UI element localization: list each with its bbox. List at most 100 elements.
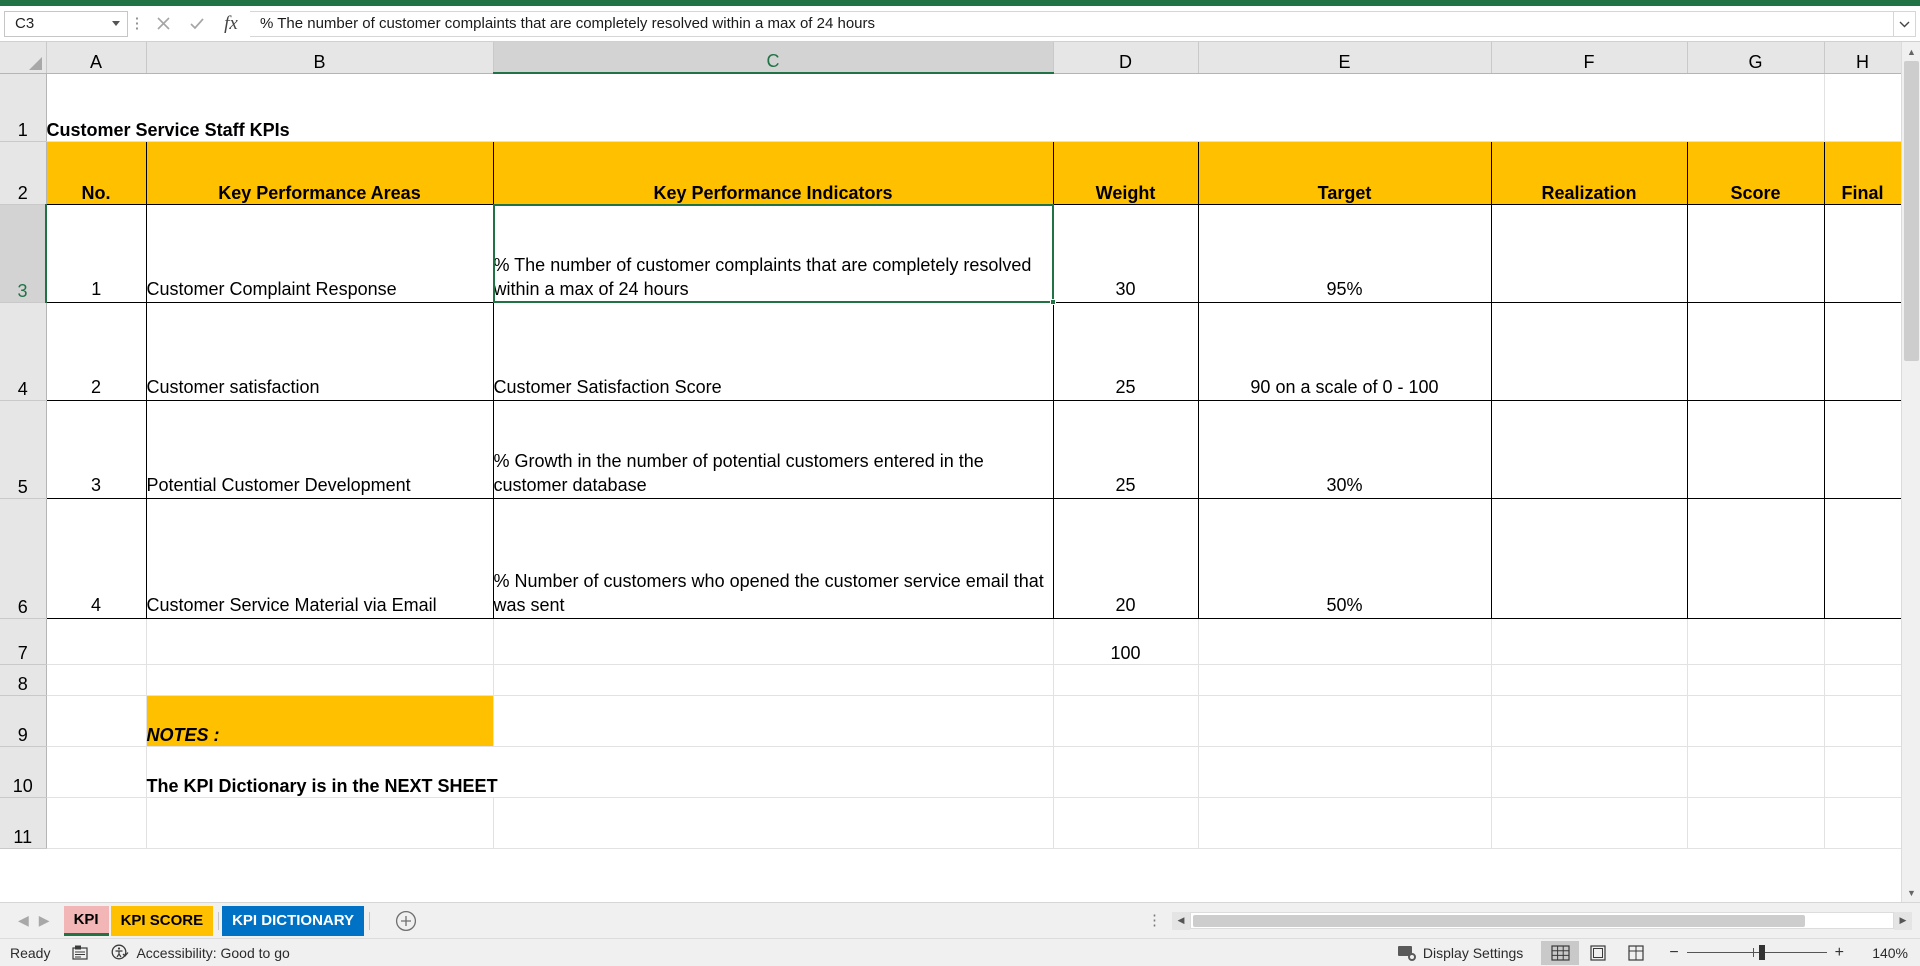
row-header-2[interactable]: 2 — [0, 141, 47, 205]
cell-h6-final[interactable] — [1823, 497, 1902, 619]
cell-h11[interactable] — [1824, 797, 1902, 849]
cell-f7[interactable] — [1491, 618, 1688, 665]
cell-h9[interactable] — [1824, 695, 1902, 747]
cell-g11[interactable] — [1687, 797, 1825, 849]
cell-h10[interactable] — [1824, 746, 1902, 798]
table-header-realization[interactable]: Realization — [1490, 140, 1688, 205]
row-header-5[interactable]: 5 — [0, 400, 47, 499]
zoom-slider-track[interactable] — [1686, 945, 1827, 960]
cell-f6-realization[interactable] — [1490, 497, 1688, 619]
table-header-final[interactable]: Final — [1823, 140, 1902, 205]
chevron-down-icon[interactable] — [112, 21, 120, 26]
chevron-left-icon[interactable]: ◀ — [18, 912, 29, 929]
zoom-slider[interactable]: − + — [1669, 944, 1844, 962]
cell-f9[interactable] — [1491, 695, 1688, 747]
cell-c3-indicator[interactable]: % The number of customer complaints that… — [492, 203, 1054, 303]
zoom-level-label[interactable]: 140% — [1854, 945, 1908, 961]
cell-d4-weight[interactable]: 25 — [1052, 301, 1199, 401]
table-header-weight[interactable]: Weight — [1052, 140, 1199, 205]
page-layout-view-icon[interactable] — [1579, 941, 1617, 965]
row-header-8[interactable]: 8 — [0, 664, 47, 696]
cell-f5-realization[interactable] — [1490, 399, 1688, 499]
page-title[interactable]: Customer Service Staff KPIs — [46, 73, 1687, 142]
column-header-d[interactable]: D — [1053, 42, 1199, 74]
cell-a3-no[interactable]: 1 — [45, 203, 147, 303]
scroll-down-icon[interactable]: ▼ — [1902, 883, 1920, 902]
table-header-no[interactable]: No. — [45, 140, 147, 205]
cell-g9[interactable] — [1687, 695, 1825, 747]
cell-b8[interactable] — [146, 664, 494, 696]
spreadsheet-grid[interactable]: A B C D E F G H 1 Customer Service Staff… — [0, 42, 1920, 902]
accessibility-status[interactable]: Accessibility: Good to go — [111, 944, 290, 962]
row-header-6[interactable]: 6 — [0, 498, 47, 619]
cell-d3-weight[interactable]: 30 — [1052, 203, 1199, 303]
save-status-icon[interactable] — [72, 945, 89, 960]
cell-a7[interactable] — [46, 618, 147, 665]
cell-c7[interactable] — [493, 618, 1054, 665]
vertical-scrollbar[interactable]: ▲ ▼ — [1901, 42, 1920, 902]
cell-h7[interactable] — [1824, 618, 1902, 665]
cell-a4-no[interactable]: 2 — [45, 301, 147, 401]
expand-formula-bar-icon[interactable] — [1894, 10, 1916, 37]
cell-e10[interactable] — [1198, 746, 1492, 798]
cell-c6-indicator[interactable]: % Number of customers who opened the cus… — [492, 497, 1054, 619]
zoom-slider-thumb[interactable] — [1758, 945, 1765, 960]
row-header-1[interactable]: 1 — [0, 73, 47, 142]
chevron-right-icon[interactable]: ▶ — [39, 912, 50, 929]
page-break-view-icon[interactable] — [1617, 941, 1655, 965]
cell-c9[interactable] — [493, 695, 1054, 747]
column-header-h[interactable]: H — [1824, 42, 1902, 74]
sheet-tab-kpi-score[interactable]: KPI SCORE — [110, 905, 214, 936]
cell-b3-area[interactable]: Customer Complaint Response — [145, 203, 494, 303]
horizontal-scroll-thumb[interactable] — [1193, 915, 1805, 927]
insert-function-icon[interactable]: fx — [214, 10, 248, 38]
cell-h4-final[interactable] — [1823, 301, 1902, 401]
cell-f4-realization[interactable] — [1490, 301, 1688, 401]
row-header-3[interactable]: 3 — [0, 204, 47, 303]
table-header-indicators[interactable]: Key Performance Indicators — [492, 140, 1054, 205]
cell-b9-notes-label[interactable]: NOTES : — [146, 695, 494, 747]
cell-g3-score[interactable] — [1686, 203, 1825, 303]
cell-d8[interactable] — [1053, 664, 1199, 696]
cell-c8[interactable] — [493, 664, 1054, 696]
cell-b7[interactable] — [146, 618, 494, 665]
cell-e4-target[interactable]: 90 on a scale of 0 - 100 — [1197, 301, 1492, 401]
cell-g7[interactable] — [1687, 618, 1825, 665]
sheet-tab-kpi-dictionary[interactable]: KPI DICTIONARY — [222, 905, 365, 936]
cell-a10[interactable] — [46, 746, 147, 798]
cell-c4-indicator[interactable]: Customer Satisfaction Score — [492, 301, 1054, 401]
column-header-b[interactable]: B — [146, 42, 494, 74]
cell-e9[interactable] — [1198, 695, 1492, 747]
cell-f11[interactable] — [1491, 797, 1688, 849]
fill-handle[interactable] — [1050, 299, 1056, 305]
horizontal-scroll-grip[interactable]: ⋮ — [1137, 913, 1172, 928]
vertical-scroll-thumb[interactable] — [1904, 61, 1919, 361]
cell-f8[interactable] — [1491, 664, 1688, 696]
table-header-target[interactable]: Target — [1197, 140, 1492, 205]
row-header-4[interactable]: 4 — [0, 302, 47, 401]
cell-b4-area[interactable]: Customer satisfaction — [145, 301, 494, 401]
row-header-7[interactable]: 7 — [0, 618, 47, 665]
cell-e3-target[interactable]: 95% — [1197, 203, 1492, 303]
select-all-corner[interactable] — [0, 42, 47, 74]
cell-g6-score[interactable] — [1686, 497, 1825, 619]
cell-c5-indicator[interactable]: % Growth in the number of potential cust… — [492, 399, 1054, 499]
cell-e11[interactable] — [1198, 797, 1492, 849]
scroll-left-icon[interactable]: ◀ — [1172, 911, 1190, 930]
cell-d11[interactable] — [1053, 797, 1199, 849]
cell-f10[interactable] — [1491, 746, 1688, 798]
cell-a5-no[interactable]: 3 — [45, 399, 147, 499]
formula-input[interactable]: % The number of customer complaints that… — [250, 10, 1894, 37]
column-header-g[interactable]: G — [1687, 42, 1825, 74]
row-header-11[interactable]: 11 — [0, 797, 47, 849]
check-icon[interactable] — [180, 10, 214, 38]
cell-e6-target[interactable]: 50% — [1197, 497, 1492, 619]
cell-b11[interactable] — [146, 797, 494, 849]
cell-g10[interactable] — [1687, 746, 1825, 798]
cell-e8[interactable] — [1198, 664, 1492, 696]
horizontal-scroll-track[interactable] — [1190, 912, 1894, 929]
plus-icon[interactable] — [391, 906, 421, 936]
cell-g4-score[interactable] — [1686, 301, 1825, 401]
horizontal-scrollbar[interactable]: ◀ ▶ — [1172, 911, 1912, 930]
zoom-in-button[interactable]: + — [1835, 944, 1844, 962]
